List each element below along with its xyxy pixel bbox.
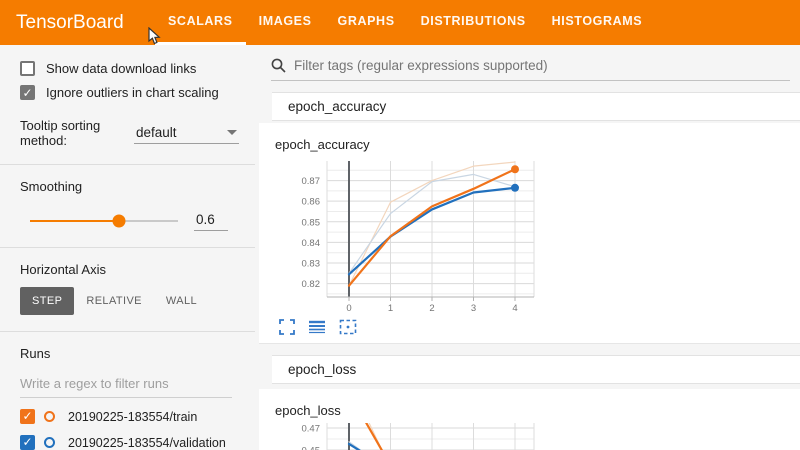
run-checkbox-icon[interactable]: ✓ <box>20 409 35 424</box>
tab-scalars[interactable]: SCALARS <box>155 0 246 45</box>
run-label: 20190225-183554/validation <box>68 436 226 450</box>
smoothing-label: Smoothing <box>20 179 239 194</box>
tooltip-sorting-label: Tooltip sorting method: <box>20 118 126 148</box>
svg-text:0: 0 <box>346 303 351 312</box>
horizontal-axis-toggle: STEP RELATIVE WALL <box>20 287 239 315</box>
checkbox-unchecked-icon[interactable] <box>20 61 35 76</box>
axis-wall-button[interactable]: WALL <box>154 287 209 315</box>
checkbox-label: Show data download links <box>46 61 196 76</box>
app-title: TensorBoard <box>0 0 150 45</box>
ignore-outliers-checkbox[interactable]: ✓ Ignore outliers in chart scaling <box>20 85 239 100</box>
tab-distributions[interactable]: DISTRIBUTIONS <box>408 0 539 45</box>
run-label: 20190225-183554/train <box>68 410 197 424</box>
chart-title: epoch_loss <box>275 403 800 421</box>
axis-relative-button[interactable]: RELATIVE <box>74 287 154 315</box>
epoch-accuracy-section: epoch_accuracy 0.820.830.840.850.860.870… <box>259 123 800 344</box>
section-title: epoch_accuracy <box>288 99 386 114</box>
chart-toolbar <box>277 317 800 337</box>
svg-text:1: 1 <box>388 303 393 312</box>
chart-title: epoch_accuracy <box>275 137 800 155</box>
svg-text:0.45: 0.45 <box>302 445 321 450</box>
epoch-loss-chart[interactable]: 0.47 0.45 <box>275 423 800 450</box>
axis-step-button[interactable]: STEP <box>20 287 74 315</box>
run-row-validation[interactable]: ✓ 20190225-183554/validation <box>20 435 239 450</box>
slider-thumb[interactable] <box>112 214 125 227</box>
divider <box>0 331 255 332</box>
tooltip-sort-value: default <box>136 125 177 140</box>
svg-text:0.47: 0.47 <box>302 423 321 434</box>
dashboard-content: epoch_accuracy epoch_accuracy 0.820.830.… <box>255 45 800 450</box>
epoch-loss-section: epoch_loss 0.47 0.45 <box>259 389 800 450</box>
runs-title: Runs <box>20 346 239 361</box>
search-icon <box>271 58 286 73</box>
run-checkbox-icon[interactable]: ✓ <box>20 435 35 450</box>
tab-images[interactable]: IMAGES <box>246 0 325 45</box>
smoothing-slider[interactable] <box>30 220 178 222</box>
expand-icon[interactable] <box>277 317 297 337</box>
log-scale-icon[interactable] <box>306 317 328 337</box>
run-regex-input[interactable] <box>20 373 232 398</box>
chevron-down-icon <box>227 130 237 135</box>
section-title: epoch_loss <box>288 362 356 377</box>
tab-graphs[interactable]: GRAPHS <box>325 0 408 45</box>
run-row-train[interactable]: ✓ 20190225-183554/train <box>20 409 239 424</box>
smoothing-value-input[interactable] <box>194 210 228 231</box>
svg-text:3: 3 <box>471 303 476 312</box>
svg-text:4: 4 <box>512 303 517 312</box>
svg-text:2: 2 <box>429 303 434 312</box>
slider-fill <box>30 220 119 222</box>
tooltip-sort-select[interactable]: default <box>134 123 239 144</box>
divider <box>0 247 255 248</box>
svg-text:0.86: 0.86 <box>302 197 321 208</box>
checkbox-checked-icon[interactable]: ✓ <box>20 85 35 100</box>
svg-text:0.82: 0.82 <box>302 279 321 290</box>
tag-filter <box>271 58 790 81</box>
top-app-bar: TensorBoard SCALARS IMAGES GRAPHS DISTRI… <box>0 0 800 45</box>
run-color-circle-icon <box>44 437 55 448</box>
horizontal-axis-label: Horizontal Axis <box>20 262 239 277</box>
svg-text:0.83: 0.83 <box>302 259 321 270</box>
show-download-links-checkbox[interactable]: Show data download links <box>20 61 239 76</box>
tab-histograms[interactable]: HISTOGRAMS <box>539 0 656 45</box>
section-header-epoch-loss[interactable]: epoch_loss <box>272 355 800 384</box>
svg-text:0.85: 0.85 <box>302 217 321 228</box>
tag-filter-input[interactable] <box>294 58 790 73</box>
settings-sidebar: Show data download links ✓ Ignore outlie… <box>0 45 255 450</box>
epoch-accuracy-chart[interactable]: 0.82 0.83 0.84 0.85 0.86 0.87 0 1 2 3 4 <box>275 157 800 317</box>
main-tabs: SCALARS IMAGES GRAPHS DISTRIBUTIONS HIST… <box>155 0 655 45</box>
svg-text:0.87: 0.87 <box>302 176 321 187</box>
divider <box>0 164 255 165</box>
run-color-circle-icon <box>44 411 55 422</box>
svg-text:0.84: 0.84 <box>302 238 321 249</box>
fit-domain-icon[interactable] <box>337 317 359 337</box>
mouse-cursor-icon <box>146 27 161 51</box>
checkbox-label: Ignore outliers in chart scaling <box>46 85 219 100</box>
section-header-epoch-accuracy[interactable]: epoch_accuracy <box>272 92 800 121</box>
